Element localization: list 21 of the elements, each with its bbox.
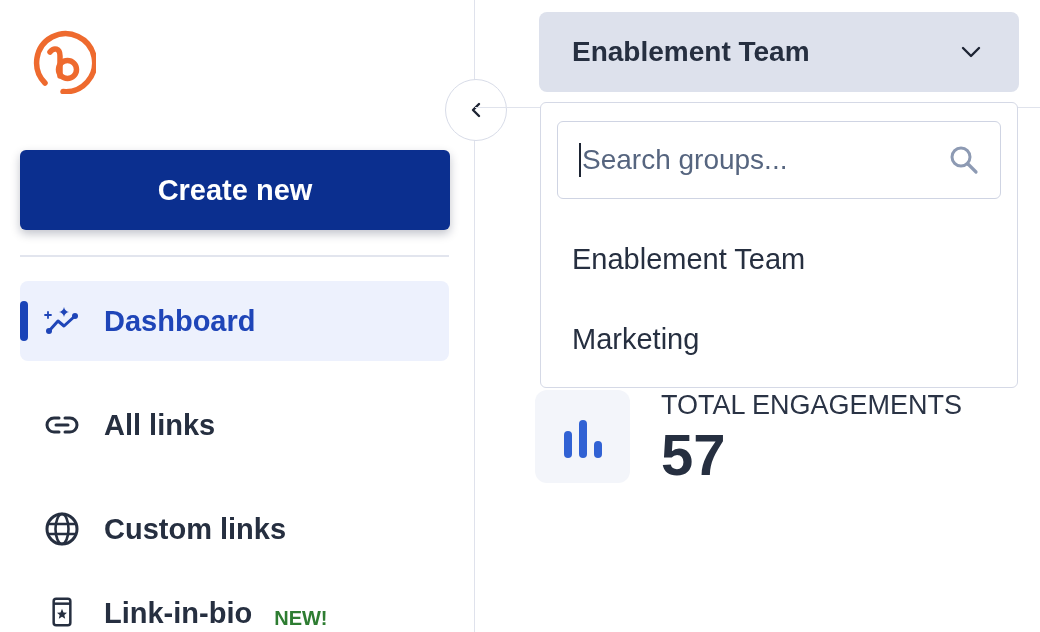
dropdown-option[interactable]: Marketing [557,299,1001,379]
chevron-down-icon [961,46,981,58]
nav-item[interactable]: All links [20,384,449,465]
dropdown-option[interactable]: Enablement Team [557,219,1001,299]
nav-item[interactable]: Custom links [20,488,449,569]
new-label: NEW! [274,605,328,631]
chevron-left-icon [471,102,481,118]
create-new-button[interactable]: Create new [20,150,450,230]
sparkle-trend-icon [44,306,80,335]
stat-label: TOTAL ENGAGEMENTS [661,390,963,420]
bar-chart-icon [535,390,630,483]
nav-item[interactable]: Dashboard [20,280,449,361]
stat-value: 57 [661,426,726,484]
logo-icon [32,30,96,94]
search-field[interactable]: Search groups... [557,121,1001,199]
link-icon [44,414,80,435]
group-selector[interactable]: Enablement Team [539,12,1019,92]
globe-icon [44,510,80,547]
nav-item[interactable]: Link-in-bio NEW! [20,592,449,631]
text-cursor-icon [579,143,581,177]
search-icon [949,145,979,175]
